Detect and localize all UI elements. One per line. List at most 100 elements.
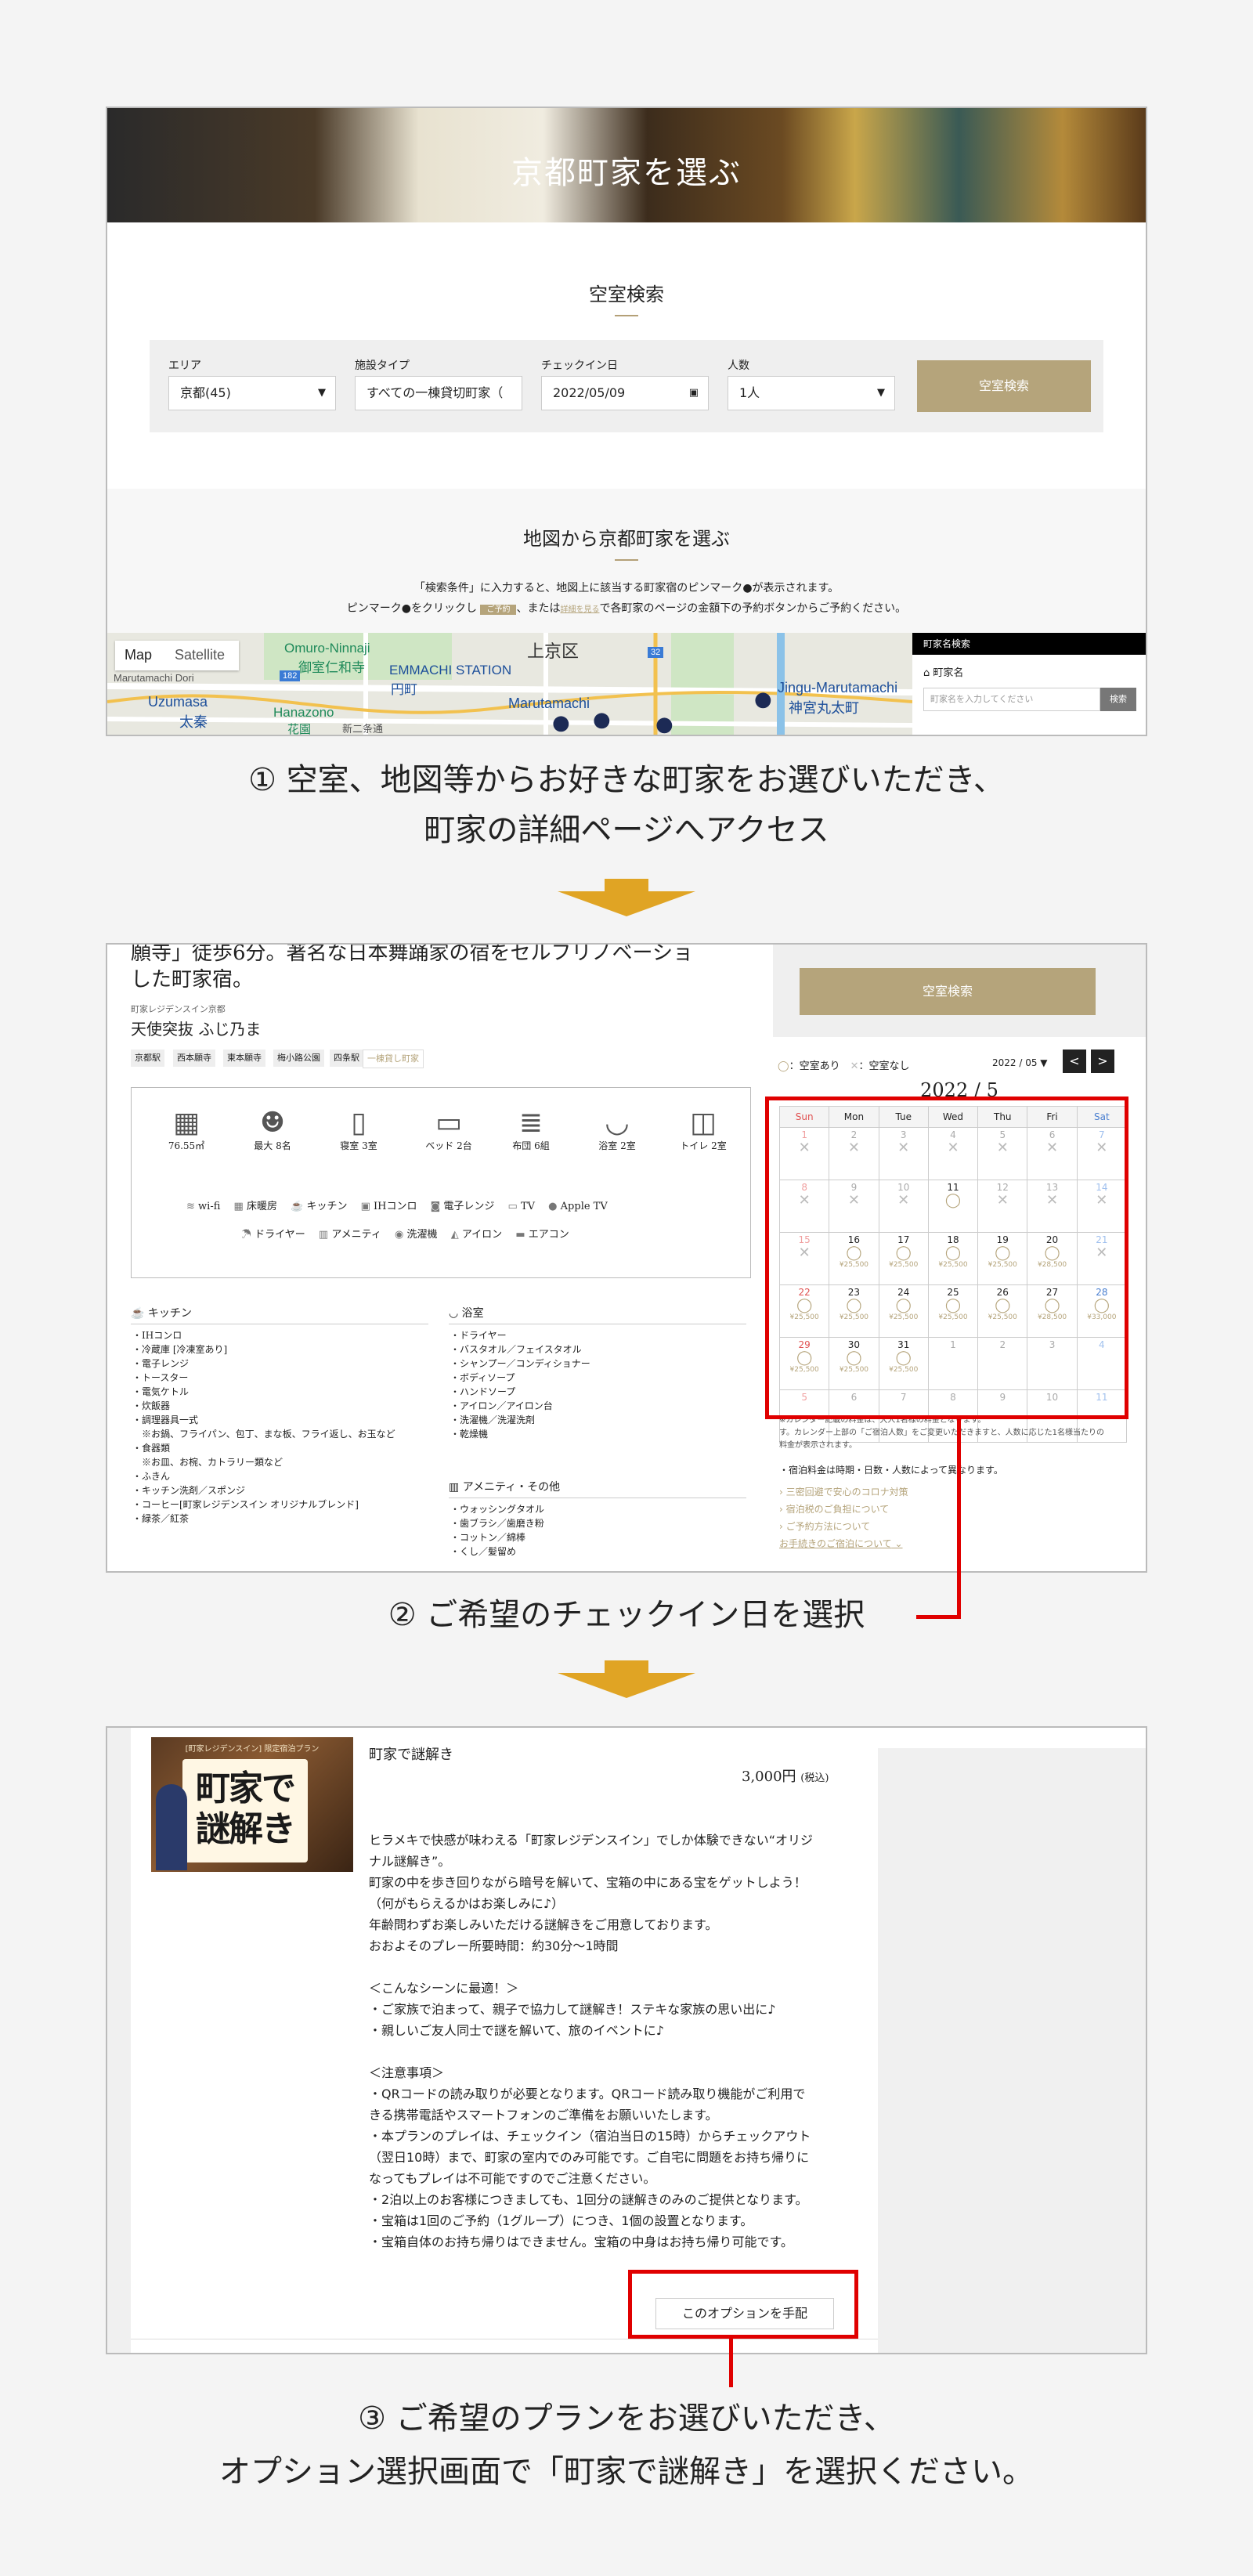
checkin-label: チェックイン日: [541, 359, 618, 372]
calendar-icon: ▣: [688, 387, 699, 399]
spec-item: ☻ 最大 8名: [241, 1107, 304, 1152]
title-divider: [615, 315, 638, 316]
bathtub-icon: ◡: [605, 1107, 630, 1139]
map-section-title: 地図から京都町家を選ぶ: [523, 528, 730, 550]
info-link[interactable]: お手続きのご宿泊について ⌄: [779, 1535, 908, 1552]
satellite-tab[interactable]: Satellite: [175, 647, 225, 663]
name-label: ⌂ 町家名: [923, 667, 964, 679]
route-badge: 182: [280, 670, 301, 681]
step2-caption: ② ご希望のチェックイン日を選択: [388, 1597, 865, 1633]
type-label: 施設タイプ: [355, 359, 410, 372]
map-instruction-2: ピンマーク●をクリックし ご予約 、または詳細を見るで各町家のページの金額下の予約…: [346, 602, 907, 615]
image-header: [町家レジデンスイン] 限定宿泊プラン: [185, 1745, 320, 1754]
name-search-title: 町家名検索: [912, 633, 1146, 655]
map-label: 新二条通: [342, 723, 384, 735]
washer-icon: ◉: [395, 1229, 407, 1241]
pin-icon[interactable]: ●: [655, 713, 673, 735]
pin-icon: ●: [742, 582, 753, 594]
bathtub-icon: ◡: [449, 1307, 462, 1320]
mascot-image: [156, 1784, 187, 1870]
info-link[interactable]: › 三密回避で安心のコロナ対策: [779, 1483, 908, 1501]
brand-label: 町家レジデンスイン京都: [131, 1004, 226, 1014]
tag: 一棟貸し町家: [363, 1050, 424, 1068]
kitchen-icon: ☕: [291, 1201, 307, 1212]
tv-icon: ▭: [507, 1201, 521, 1212]
map-label: Jingu-Marutamachi: [778, 680, 898, 695]
month-select[interactable]: 2022 / 05 ▼: [992, 1057, 1048, 1068]
property-name: 天使突抜 ふじ乃ま: [131, 1020, 262, 1039]
name-search-input[interactable]: 町家名を入力してください: [923, 688, 1100, 711]
type-select[interactable]: すべての一棟貸切町家（: [355, 376, 522, 410]
iron-icon: ◭: [450, 1229, 462, 1241]
guests-label: 人数: [728, 359, 749, 372]
tag: 京都駅: [131, 1050, 164, 1067]
legend: ◯：空室あり ✕：空室なし: [778, 1060, 910, 1072]
plan-title: 町家で謎解き: [369, 1747, 453, 1763]
pin-icon[interactable]: ●: [552, 711, 570, 735]
intro-text: 願寺」徒歩6分。著名な日本舞踊家の宿をセルフリノベーショ: [131, 943, 694, 965]
area-label: エリア: [168, 359, 201, 372]
down-arrow-icon: [558, 1660, 695, 1698]
map[interactable]: Map Satellite Marutamachi Dori Omuro-Nin…: [107, 633, 912, 735]
map-instruction-1: 「検索条件」に入力すると、地図上に該当する町家宿のピンマーク●が表示されます。: [413, 582, 840, 594]
tag: 東本願寺: [223, 1050, 265, 1067]
step1-caption-line1: ① 空室、地図等からお好きな町家をお選びいただき、: [248, 762, 1005, 798]
detail-link[interactable]: 詳細を見る: [560, 605, 599, 614]
tag: 梅小路公園: [273, 1050, 324, 1067]
map-label: Uzumasa: [148, 694, 208, 710]
kitchen-heading: ☕ キッチン: [131, 1305, 428, 1324]
spec-item: ▭ ベッド 2台: [413, 1107, 484, 1152]
step3-caption-line2: オプション選択画面で「町家で謎解き」を選択ください。: [219, 2454, 1034, 2490]
info-link[interactable]: › ご予約方法について: [779, 1518, 908, 1535]
chevron-down-icon: ▼: [318, 387, 326, 399]
kitchen-list: ・IHコンロ ・冷蔵庫 [冷凍室あり] ・電子レンジ ・トースター ・電気ケトル ・炊飯器…: [132, 1330, 395, 1524]
dryer-icon: ☂: [241, 1229, 255, 1241]
name-search-button[interactable]: 検索: [1100, 688, 1136, 711]
house-icon: ⌂: [923, 667, 933, 679]
spec-item: ▦ 76.55㎡: [155, 1107, 218, 1152]
area-select[interactable]: 京都(45) ▼: [168, 376, 336, 410]
amenity-icon: ▥: [449, 1481, 463, 1494]
apple-tv-icon: ●: [548, 1201, 561, 1212]
spec-item: ≣ 布団 6組: [500, 1107, 562, 1152]
tag: 四条駅: [330, 1050, 363, 1067]
pin-icon[interactable]: ●: [754, 688, 772, 711]
search-button[interactable]: 空室検索: [800, 968, 1096, 1015]
plan-description: ヒラメキで快感が味わえる「町家レジデンスイン」でしか体験できない“オリジナル謎解…: [369, 1833, 814, 2249]
step3-caption-line1: ③ ご希望のプランをお選びいただき、: [358, 2401, 895, 2437]
bedroom-icon: ▯: [351, 1107, 367, 1139]
image-title: 町家で謎解き: [196, 1769, 296, 1849]
map-tab[interactable]: Map: [125, 647, 152, 663]
map-label: Marutamachi Dori: [114, 672, 194, 684]
next-month-button[interactable]: >: [1091, 1050, 1114, 1073]
pin-icon: ●: [401, 602, 412, 615]
map-label: EMMACHI STATION: [389, 663, 512, 677]
guests-select[interactable]: 1人 ▼: [728, 376, 895, 410]
callout-line: [957, 1419, 961, 1618]
search-section-title: 空室検索: [589, 284, 664, 305]
wifi-icon: ≋: [186, 1201, 199, 1212]
ih-icon: ▣: [360, 1201, 374, 1212]
search-form: エリア 京都(45) ▼ 施設タイプ すべての一棟貸切町家（ チェックイン日 20…: [150, 340, 1103, 432]
title-divider: [615, 559, 638, 561]
checkin-date-input[interactable]: 2022/05/09 ▣: [541, 376, 709, 410]
map-label: Hanazono: [273, 705, 334, 720]
prev-month-button[interactable]: <: [1063, 1050, 1086, 1073]
plan-price: 3,000円 (税込): [742, 1769, 829, 1785]
search-button[interactable]: 空室検索: [917, 360, 1091, 412]
circle-icon: ◯: [778, 1060, 789, 1072]
reserve-badge: ご予約: [480, 605, 517, 615]
sidebar-top: [875, 1728, 1146, 1748]
info-link[interactable]: › 宿泊税のご負担について: [779, 1501, 908, 1518]
map-label: 花園: [287, 723, 312, 735]
amenity-list: ・ウォッシングタオル ・歯ブラシ／歯磨き粉 ・コットン／綿棒 ・くし／髪留め: [450, 1504, 545, 1557]
panel-option-page: [町家レジデンスイン] 限定宿泊プラン 町家で謎解き 町家で謎解き 3,000円…: [106, 1726, 1147, 2354]
pin-icon[interactable]: ●: [593, 708, 611, 732]
intro-text: した町家宿。: [131, 968, 254, 992]
option-button-highlight: [628, 2270, 858, 2339]
floor-heating-icon: ▦: [233, 1201, 247, 1212]
map-label: 御室仁和寺: [298, 660, 365, 675]
microwave-icon: ◙: [430, 1201, 444, 1212]
map-label: 神宮丸太町: [789, 700, 859, 716]
map-label: 上京区: [527, 641, 580, 661]
